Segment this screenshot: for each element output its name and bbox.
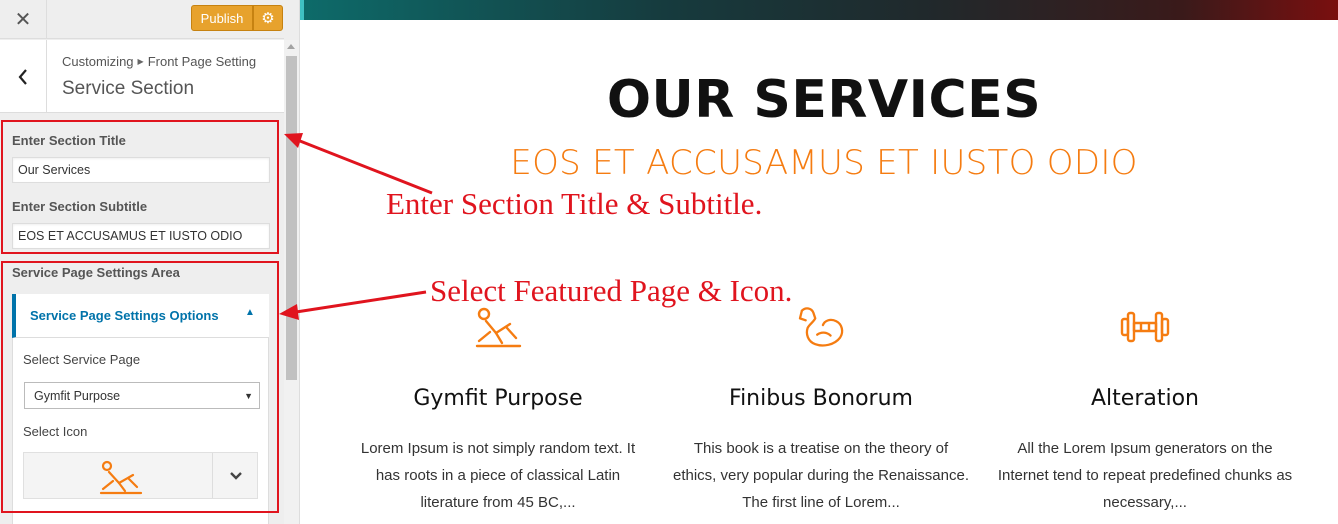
back-button[interactable]	[0, 40, 47, 113]
highlight-service-controls	[1, 261, 279, 513]
services-subheading: EOS ET ACCUSAMUS ET IUSTO ODIO	[510, 143, 1138, 183]
service-title: Finibus Bonorum	[729, 386, 913, 411]
service-title: Alteration	[1091, 386, 1199, 411]
service-card: Finibus Bonorum This book is a treatise …	[671, 305, 971, 516]
service-card: Gymfit Purpose Lorem Ipsum is not simply…	[348, 305, 648, 516]
close-customizer-button[interactable]: ✕	[0, 0, 47, 39]
publish-settings-button[interactable]: ⚙	[253, 5, 283, 31]
gear-icon: ⚙	[261, 10, 275, 27]
breadcrumb: Customizing ▶ Front Page Setting	[62, 54, 256, 69]
service-title: Gymfit Purpose	[413, 386, 583, 411]
scroll-up-icon[interactable]	[287, 44, 295, 49]
services-heading: OUR SERVICES	[606, 70, 1042, 130]
site-preview: OUR SERVICES EOS ET ACCUSAMUS ET IUSTO O…	[300, 0, 1338, 524]
service-card: Alteration All the Lorem Ipsum generator…	[995, 305, 1295, 516]
service-excerpt: All the Lorem Ipsum generators on the In…	[997, 440, 1293, 511]
dumbbell-icon	[1120, 311, 1170, 343]
hero-image-strip	[300, 0, 1338, 20]
customizer-sidebar: ✕ Publish ⚙ Customizing ▶ Front Page Setti…	[0, 0, 300, 524]
breadcrumb-parent: Front Page Setting	[147, 54, 257, 69]
service-excerpt: Lorem Ipsum is not simply random text. I…	[360, 440, 636, 511]
breadcrumb-separator-icon: ▶	[137, 57, 144, 66]
section-title: Service Section	[62, 78, 195, 99]
service-excerpt: This book is a treatise on the theory of…	[672, 440, 969, 511]
annotation-title: Enter Section Title & Subtitle.	[386, 186, 763, 221]
section-header: Customizing ▶ Front Page Setting Service S…	[0, 40, 284, 113]
highlight-title-controls	[1, 120, 279, 254]
annotation-page: Select Featured Page & Icon.	[430, 273, 793, 308]
scrollbar-thumb[interactable]	[286, 56, 297, 380]
close-icon: ✕	[14, 9, 32, 31]
customizer-topbar: ✕ Publish ⚙	[0, 0, 284, 39]
publish-button[interactable]: Publish	[191, 5, 253, 31]
flexed-bicep-icon	[798, 307, 844, 347]
sit-up-icon	[475, 307, 522, 348]
breadcrumb-root: Customizing	[62, 54, 134, 69]
chevron-left-icon	[18, 68, 27, 85]
hero-edge	[300, 0, 304, 20]
